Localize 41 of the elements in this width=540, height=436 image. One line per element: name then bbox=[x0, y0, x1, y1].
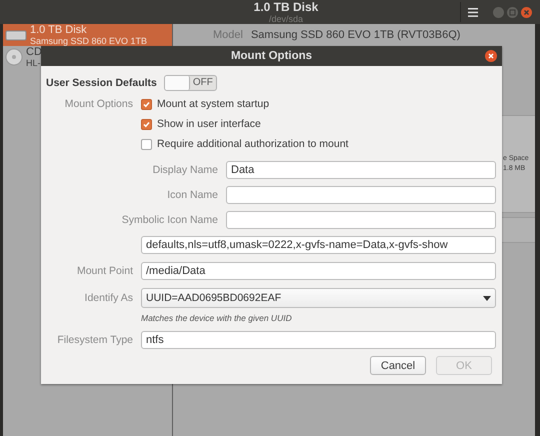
field-label: Icon Name bbox=[166, 189, 219, 201]
checkbox-label: Show in user interface bbox=[157, 118, 261, 130]
options-field[interactable]: defaults,nls=utf8,umask=0222,x-gvfs-name=Data,x-gvfs-show bbox=[141, 236, 496, 254]
toggle-switch[interactable]: OFF bbox=[164, 75, 217, 91]
checkbox-label: Require additional authorization to mount bbox=[157, 138, 348, 150]
drive-icon bbox=[5, 28, 27, 42]
checkbox-label: Mount at system startup bbox=[157, 98, 270, 110]
partition-block[interactable] bbox=[499, 217, 535, 243]
dialog-title: Mount Options bbox=[230, 50, 312, 62]
close-icon[interactable] bbox=[485, 50, 497, 62]
checkbox-box[interactable] bbox=[141, 98, 152, 110]
checkbox-box[interactable] bbox=[141, 138, 152, 150]
switch-label: User Session Defaults bbox=[46, 77, 157, 89]
disk-model: Samsung SSD 860 EVO 1TB bbox=[30, 36, 148, 46]
caret-icon bbox=[483, 296, 491, 300]
field-label: Identify As bbox=[84, 292, 134, 304]
minimize-icon[interactable] bbox=[493, 6, 504, 18]
disk-name: 1.0 TB Disk bbox=[30, 24, 88, 36]
checkbox-box[interactable] bbox=[141, 118, 152, 130]
text-field[interactable] bbox=[226, 211, 496, 229]
dropdown[interactable]: UUID=AAD0695BD0692EAF bbox=[141, 288, 496, 308]
field-label: Filesystem Type bbox=[56, 334, 134, 346]
text-field[interactable]: /media/Data bbox=[141, 262, 496, 280]
disk-name: CD bbox=[26, 46, 42, 58]
disk-list-item[interactable]: CD HL- bbox=[3, 46, 172, 68]
window-title: 1.0 TB Disk bbox=[254, 1, 318, 14]
field-label: Mount Options bbox=[64, 97, 134, 112]
text-field[interactable]: Data bbox=[226, 161, 496, 179]
menu-icon bbox=[468, 8, 478, 16]
field-label: Mount Point bbox=[76, 265, 134, 277]
maximize-icon[interactable] bbox=[507, 6, 518, 18]
field-label: Display Name bbox=[152, 164, 219, 176]
field-label: Symbolic Icon Name bbox=[120, 214, 219, 226]
dialog-button[interactable]: Cancel bbox=[370, 356, 426, 375]
disk-model: HL- bbox=[26, 58, 42, 68]
text-field[interactable] bbox=[226, 186, 496, 204]
text-field[interactable]: ntfs bbox=[141, 331, 496, 349]
model-value: Samsung SSD 860 EVO 1TB (RVT03B6Q) bbox=[250, 29, 460, 41]
hint-text: Matches the device with the given UUID bbox=[141, 313, 293, 323]
window-subtitle: /dev/sda bbox=[268, 14, 304, 24]
model-label: Model bbox=[213, 29, 243, 41]
